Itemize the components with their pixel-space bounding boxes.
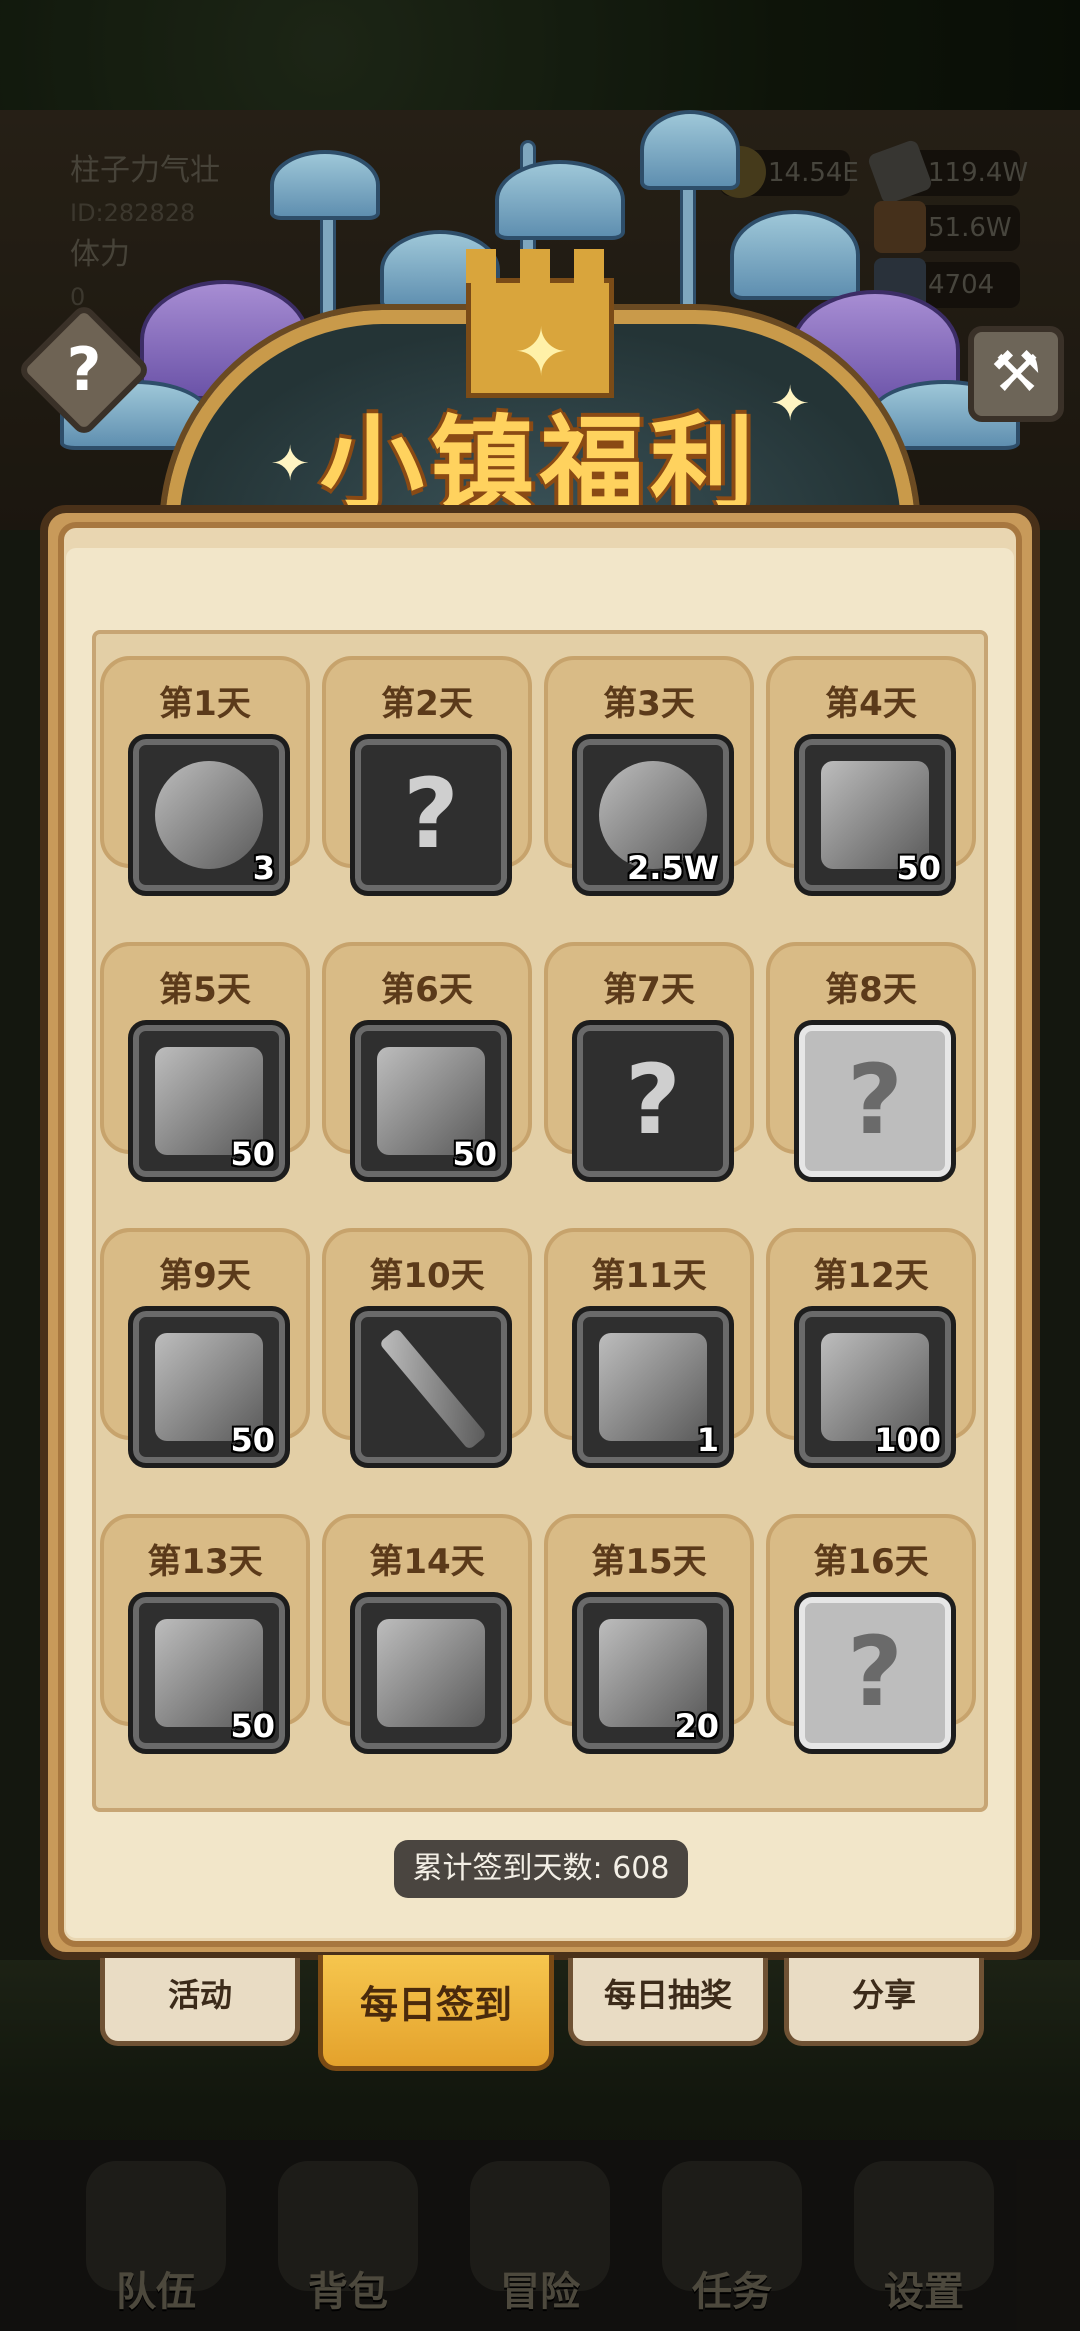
day-label: 第1天 <box>159 684 251 724</box>
checkin-day-cell[interactable]: 第6天 50 <box>322 942 532 1182</box>
checkin-day-cell[interactable]: 第15天 20 <box>544 1514 754 1754</box>
reward-quantity: 20 <box>674 1707 719 1745</box>
checkin-day-cell[interactable]: 第2天? <box>322 656 532 896</box>
backpack-icon <box>377 1619 485 1727</box>
checkin-day-cell[interactable]: 第16天? <box>766 1514 976 1754</box>
reward-slot[interactable]: ? <box>794 1592 956 1754</box>
checkin-day-cell[interactable]: 第4天 50 <box>766 656 976 896</box>
potion-icon <box>155 761 263 869</box>
tab-label: 分享 <box>851 1976 916 2014</box>
question-icon: ? <box>66 335 102 405</box>
day-label: 第16天 <box>813 1542 929 1582</box>
reward-quantity: 100 <box>874 1421 941 1459</box>
mystery-icon: ? <box>403 758 459 870</box>
day-label: 第4天 <box>825 684 917 724</box>
day-label: 第6天 <box>381 970 473 1010</box>
mystery-icon: ? <box>625 1044 681 1156</box>
tab-label: 每日签到 <box>359 1983 512 2027</box>
checkin-day-cell[interactable]: 第1天 3 <box>100 656 310 896</box>
reward-quantity: 50 <box>230 1707 275 1745</box>
plant-leaf <box>270 150 380 220</box>
checkin-day-cell[interactable]: 第9天 50 <box>100 1228 310 1468</box>
reward-slot[interactable]: 20 <box>572 1592 734 1754</box>
reward-quantity: 50 <box>452 1135 497 1173</box>
sparkle-icon: ✦ <box>270 436 311 492</box>
day-label: 第10天 <box>369 1256 485 1296</box>
tab-label: 每日抽奖 <box>603 1976 732 2014</box>
day-label: 第7天 <box>603 970 695 1010</box>
mystery-icon: ? <box>847 1616 903 1728</box>
day-label: 第11天 <box>591 1256 707 1296</box>
checkin-reward-grid: 第1天 3 第2天? 第3天 2.5W 第4天 50 第5天 50 第6天 50 第7天? 第8天? 第9… <box>100 656 980 1754</box>
checkin-day-cell[interactable]: 第5天 50 <box>100 942 310 1182</box>
day-label: 第12天 <box>813 1256 929 1296</box>
day-label: 第13天 <box>147 1542 263 1582</box>
sparkle-icon: ✦ <box>770 376 811 432</box>
tab-daily-lottery[interactable]: 每日抽奖 <box>568 1958 768 2046</box>
reward-slot[interactable]: 50 <box>128 1020 290 1182</box>
checkin-day-cell[interactable]: 第7天? <box>544 942 754 1182</box>
mystery-icon: ? <box>847 1044 903 1156</box>
reward-quantity: 2.5W <box>627 849 719 887</box>
checkin-day-cell[interactable]: 第12天 100 <box>766 1228 976 1468</box>
reward-slot[interactable]: 2.5W <box>572 734 734 896</box>
day-label: 第8天 <box>825 970 917 1010</box>
plant-leaf <box>640 110 740 190</box>
sword-icon <box>378 1327 488 1451</box>
tab-daily-checkin[interactable]: 每日签到 <box>318 1955 554 2071</box>
star-icon: ✦ <box>513 314 569 391</box>
checkin-day-cell[interactable]: 第10天 <box>322 1228 532 1468</box>
reward-slot[interactable] <box>350 1592 512 1754</box>
reward-slot[interactable]: 50 <box>794 734 956 896</box>
day-label: 第5天 <box>159 970 251 1010</box>
plant-leaf <box>730 210 860 300</box>
total-checkin-days: 累计签到天数: 608 <box>394 1840 688 1898</box>
day-label: 第9天 <box>159 1256 251 1296</box>
feather-icon <box>599 1333 707 1441</box>
reward-quantity: 3 <box>252 849 275 887</box>
checkin-day-cell[interactable]: 第11天 1 <box>544 1228 754 1468</box>
day-label: 第3天 <box>603 684 695 724</box>
plant-leaf <box>495 160 625 240</box>
reward-slot[interactable]: 50 <box>350 1020 512 1182</box>
reward-slot[interactable]: 100 <box>794 1306 956 1468</box>
reward-slot[interactable] <box>350 1306 512 1468</box>
reward-slot[interactable]: ? <box>794 1020 956 1182</box>
tab-label: 活动 <box>167 1976 232 2014</box>
day-label: 第15天 <box>591 1542 707 1582</box>
reward-slot[interactable]: 50 <box>128 1592 290 1754</box>
reward-quantity: 50 <box>896 849 941 887</box>
checkin-day-cell[interactable]: 第13天 50 <box>100 1514 310 1754</box>
checkin-day-cell[interactable]: 第8天? <box>766 942 976 1182</box>
day-label: 第2天 <box>381 684 473 724</box>
reward-slot[interactable]: 1 <box>572 1306 734 1468</box>
day-label: 第14天 <box>369 1542 485 1582</box>
reward-slot[interactable]: 50 <box>128 1306 290 1468</box>
tab-share[interactable]: 分享 <box>784 1958 984 2046</box>
reward-slot[interactable]: 3 <box>128 734 290 896</box>
reward-quantity: 50 <box>230 1421 275 1459</box>
reward-slot[interactable]: ? <box>350 734 512 896</box>
reward-quantity: 1 <box>696 1421 719 1459</box>
reward-quantity: 50 <box>230 1135 275 1173</box>
hammer-icon: ⚒ <box>990 340 1042 405</box>
checkin-day-cell[interactable]: 第3天 2.5W <box>544 656 754 896</box>
checkin-day-cell[interactable]: 第14天 <box>322 1514 532 1754</box>
close-button[interactable]: ⚒ <box>968 326 1064 422</box>
reward-slot[interactable]: ? <box>572 1020 734 1182</box>
tab-activity[interactable]: 活动 <box>100 1958 300 2046</box>
